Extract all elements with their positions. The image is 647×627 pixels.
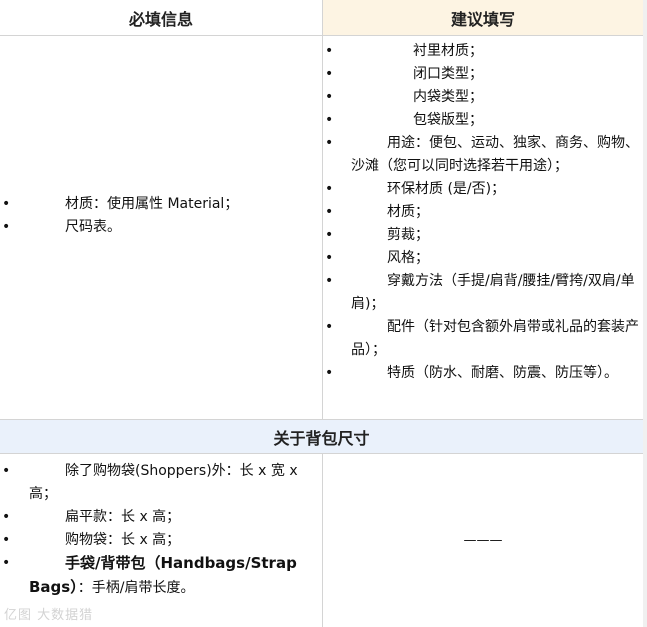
list-item: • 特质（防水、耐磨、防震、防压等）。: [325, 362, 639, 385]
list-item: • 用途：便包、运动、独家、商务、购物、沙滩（您可以同时选择若干用途）；: [325, 132, 639, 178]
list-item-text: 材质：使用属性 Material；: [65, 196, 239, 212]
size-section-title: 关于背包尺寸: [273, 428, 370, 448]
size-cell: • 除了购物袋(Shoppers)外：长 x 宽 x 高； • 扁平款：长 x …: [0, 454, 322, 627]
list-item-text: 闭口类型；: [413, 66, 483, 82]
requirements-table: 必填信息 建议填写 • 材质：使用属性 Material； • 尺码表。 • 衬…: [0, 0, 643, 627]
empty-value-dash: ———: [463, 533, 503, 548]
list-item: • 剪裁；: [325, 224, 639, 247]
list-item: • 穿戴方法（手提/肩背/腰挂/臂挎/双肩/单肩)；: [325, 270, 639, 316]
suggested-list: • 衬里材质； • 闭口类型； • 内袋类型； • 包袋版型； • 用途：便包、…: [325, 40, 639, 385]
required-list: • 材质：使用属性 Material； • 尺码表。: [2, 193, 314, 239]
list-item-text: 购物袋：长 x 高；: [65, 532, 181, 548]
watermark: 亿图 大数据猎: [4, 608, 94, 623]
list-item: • 内袋类型；: [325, 86, 639, 109]
list-item: • 衬里材质；: [325, 40, 639, 63]
list-item: • 包袋版型；: [325, 109, 639, 132]
suggested-header: 建议填写: [323, 0, 643, 35]
list-item: • 闭口类型；: [325, 63, 639, 86]
list-item-text: 材质；: [387, 204, 429, 220]
list-item-text: 用途：便包、运动、独家、商务、购物、沙滩（您可以同时选择若干用途）；: [351, 135, 639, 174]
list-item: • 除了购物袋(Shoppers)外：长 x 宽 x 高；: [2, 460, 314, 506]
list-item-text: 手袋/背带包（Handbags/Strap Bags）：手柄/肩带长度。: [2, 552, 314, 600]
list-item-text: 除了购物袋(Shoppers)外：长 x 宽 x 高；: [29, 463, 298, 502]
handbags-detail: ：手柄/肩带长度。: [77, 580, 195, 596]
list-item-text: 环保材质 (是/否)；: [387, 181, 506, 197]
size-list: • 除了购物袋(Shoppers)外：长 x 宽 x 高； • 扁平款：长 x …: [2, 460, 314, 600]
right-edge-bar: [643, 0, 647, 627]
suggested-header-label: 建议填写: [450, 9, 515, 29]
list-item: • 配件（针对包含额外肩带或礼品的套装产品）；: [325, 316, 639, 362]
required-header-label: 必填信息: [128, 9, 193, 29]
list-item-text: 衬里材质；: [413, 43, 483, 59]
list-item-text: 扁平款：长 x 高；: [65, 509, 181, 525]
required-cell: • 材质：使用属性 Material； • 尺码表。: [0, 36, 322, 419]
column-divider: [322, 0, 323, 420]
size-right-cell: ———: [323, 454, 643, 627]
list-item: • 扁平款：长 x 高；: [2, 506, 314, 529]
list-item-text: 剪裁；: [387, 227, 429, 243]
list-item-text: 特质（防水、耐磨、防震、防压等）。: [387, 365, 618, 381]
list-item-text: 尺码表。: [65, 219, 121, 235]
suggested-cell: • 衬里材质； • 闭口类型； • 内袋类型； • 包袋版型； • 用途：便包、…: [323, 36, 643, 419]
list-item-text: 穿戴方法（手提/肩背/腰挂/臂挎/双肩/单肩)；: [351, 273, 635, 312]
list-item-text: 包袋版型；: [413, 112, 483, 128]
list-item: • 手袋/背带包（Handbags/Strap Bags）：手柄/肩带长度。: [2, 552, 314, 600]
list-item: • 环保材质 (是/否)；: [325, 178, 639, 201]
required-header: 必填信息: [0, 0, 322, 35]
column-divider: [322, 454, 323, 627]
list-item: • 材质：使用属性 Material；: [2, 193, 314, 216]
size-section-header: 关于背包尺寸: [0, 420, 643, 453]
list-item: • 风格；: [325, 247, 639, 270]
list-item-text: 风格；: [387, 250, 429, 266]
list-item-text: 配件（针对包含额外肩带或礼品的套装产品）；: [351, 319, 639, 358]
list-item-text: 内袋类型；: [413, 89, 483, 105]
list-item: • 购物袋：长 x 高；: [2, 529, 314, 552]
list-item: • 尺码表。: [2, 216, 314, 239]
list-item: • 材质；: [325, 201, 639, 224]
